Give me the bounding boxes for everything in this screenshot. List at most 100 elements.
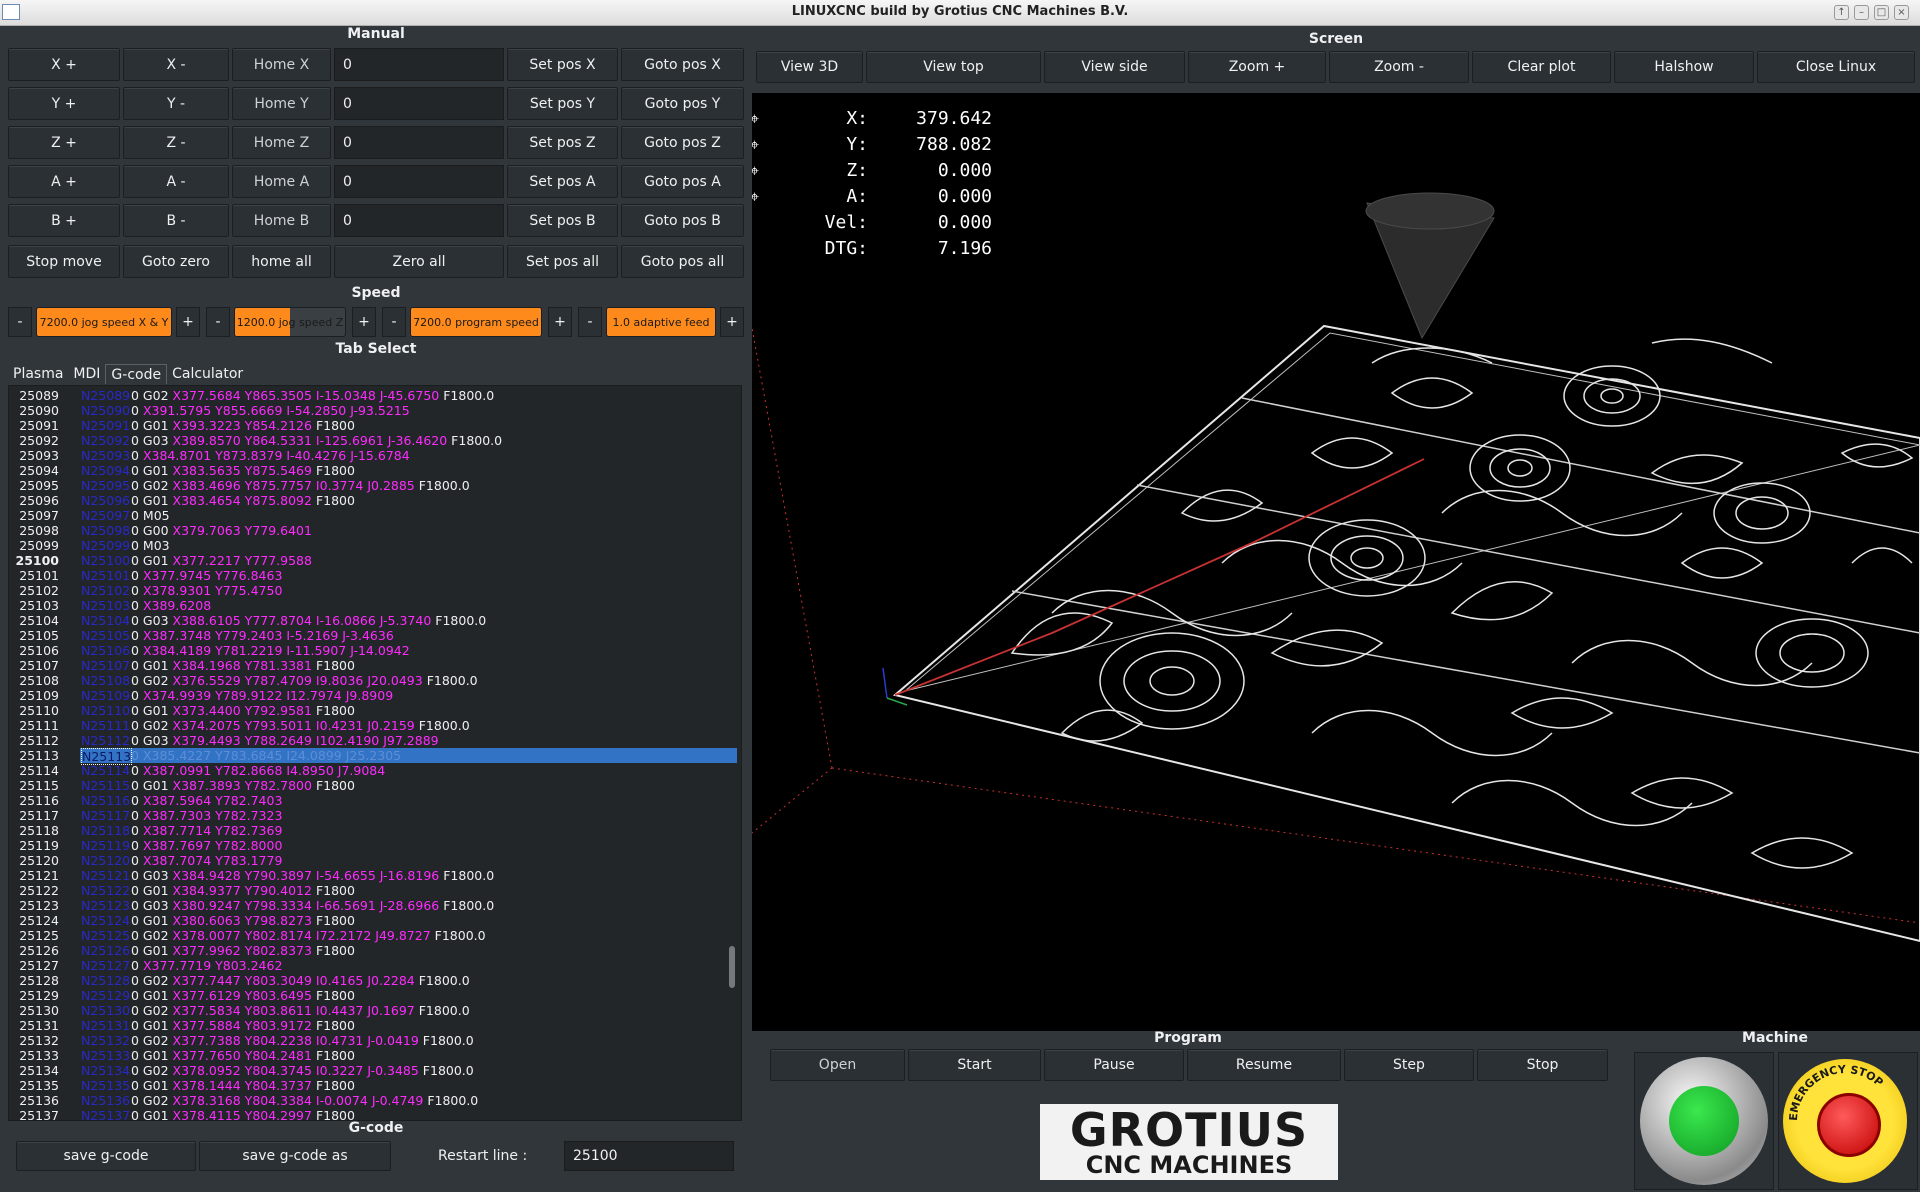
speed-decrease-button[interactable]: - bbox=[578, 307, 602, 337]
jog-plus-button[interactable]: Y + bbox=[8, 87, 120, 120]
goto-pos-button[interactable]: Goto pos A bbox=[621, 165, 744, 198]
gcode-line[interactable]: 25103 N25103 0 X389.6208 bbox=[9, 598, 729, 613]
gcode-line[interactable]: 25123 N25123 0 G03 X380.9247 Y798.3334 I-6… bbox=[9, 898, 729, 913]
home-axis-button[interactable]: Home A bbox=[232, 165, 331, 198]
gcode-line[interactable]: 25096 N25096 0 G01 X383.4654 Y875.8092 F18… bbox=[9, 493, 729, 508]
gcode-line[interactable]: 25105 N25105 0 X387.3748 Y779.2403 I-5.216… bbox=[9, 628, 729, 643]
jog-minus-button[interactable]: X - bbox=[123, 48, 229, 81]
jog-minus-button[interactable]: Z - bbox=[123, 126, 229, 159]
gcode-line[interactable]: 25129 N25129 0 G01 X377.6129 Y803.6495 F18… bbox=[9, 988, 729, 1003]
position-input[interactable]: 0 bbox=[334, 87, 504, 120]
restart-line-input[interactable]: 25100 bbox=[564, 1141, 734, 1171]
gcode-line[interactable]: 25130 N25130 0 G02 X377.5834 Y803.8611 I0.… bbox=[9, 1003, 729, 1018]
gcode-line[interactable]: 25101 N25101 0 X377.9745 Y776.8463 bbox=[9, 568, 729, 583]
gcode-listing[interactable]: 25089 N25089 0 G02 X377.5684 Y865.3505 I-1… bbox=[8, 385, 742, 1121]
position-input[interactable]: 0 bbox=[334, 126, 504, 159]
gcode-line[interactable]: 25125 N25125 0 G02 X378.0077 Y802.8174 I72… bbox=[9, 928, 729, 943]
jog-minus-button[interactable]: B - bbox=[123, 204, 229, 237]
gcode-line[interactable]: 25127 N25127 0 X377.7719 Y803.2462 bbox=[9, 958, 729, 973]
speed-slider[interactable]: 7200.0 jog speed X & Y bbox=[36, 307, 172, 337]
gcode-line[interactable]: 25116 N25116 0 X387.5964 Y782.7403 bbox=[9, 793, 729, 808]
zoom-out-button[interactable]: Zoom - bbox=[1329, 51, 1469, 83]
tab-plasma[interactable]: Plasma bbox=[8, 364, 68, 384]
gcode-scrollbar[interactable] bbox=[729, 390, 737, 1114]
gcode-line[interactable]: 25102 N25102 0 X378.9301 Y775.4750 bbox=[9, 583, 729, 598]
tab-mdi[interactable]: MDI bbox=[68, 364, 105, 384]
halshow-button[interactable]: Halshow bbox=[1614, 51, 1754, 83]
home-axis-button[interactable]: Home X bbox=[232, 48, 331, 81]
speed-decrease-button[interactable]: - bbox=[382, 307, 406, 337]
3d-viewport[interactable]: ⌖ X: 379.642 ⌖ Y: 788.082 ⌖ Z: 0.000 ⌖ A: 0.000 Vel:… bbox=[752, 93, 1920, 1031]
gcode-line[interactable]: 25136 N25136 0 G02 X378.3168 Y804.3384 I-0… bbox=[9, 1093, 729, 1108]
start-button[interactable]: Start bbox=[908, 1049, 1041, 1081]
save-gcode-button[interactable]: save g-code bbox=[16, 1141, 196, 1171]
open-button[interactable]: Open bbox=[770, 1049, 905, 1081]
gcode-line[interactable]: 25091 N25091 0 G01 X393.3223 Y854.2126 F18… bbox=[9, 418, 729, 433]
gcode-line[interactable]: 25135 N25135 0 G01 X378.1444 Y804.3737 F18… bbox=[9, 1078, 729, 1093]
goto-pos-button[interactable]: Goto pos B bbox=[621, 204, 744, 237]
set-pos-all-button[interactable]: Set pos all bbox=[507, 245, 618, 278]
gcode-line[interactable]: 25109 N25109 0 X374.9939 Y789.9122 I12.797… bbox=[9, 688, 729, 703]
gcode-line[interactable]: 25098 N25098 0 G00 X379.7063 Y779.6401 bbox=[9, 523, 729, 538]
gcode-line[interactable]: 25126 N25126 0 G01 X377.9962 Y802.8373 F18… bbox=[9, 943, 729, 958]
gcode-line[interactable]: 25097 N25097 0 M05 bbox=[9, 508, 729, 523]
gcode-line[interactable]: 25118 N25118 0 X387.7714 Y782.7369 bbox=[9, 823, 729, 838]
set-pos-button[interactable]: Set pos Y bbox=[507, 87, 618, 120]
speed-slider[interactable]: 1.0 adaptive feed bbox=[606, 307, 716, 337]
gcode-line[interactable]: 25090 N25090 0 X391.5795 Y855.6669 I-54.28… bbox=[9, 403, 729, 418]
position-input[interactable]: 0 bbox=[334, 48, 504, 81]
home-axis-button[interactable]: Home B bbox=[232, 204, 331, 237]
gcode-line[interactable]: 25089 N25089 0 G02 X377.5684 Y865.3505 I-1… bbox=[9, 388, 729, 403]
close-linux-button[interactable]: Close Linux bbox=[1757, 51, 1915, 83]
view-side-button[interactable]: View side bbox=[1044, 51, 1185, 83]
gcode-line[interactable]: 25106 N25106 0 X384.4189 Y781.2219 I-11.59… bbox=[9, 643, 729, 658]
gcode-line[interactable]: 25124 N25124 0 G01 X380.6063 Y798.8273 F18… bbox=[9, 913, 729, 928]
gcode-line[interactable]: 25120 N25120 0 X387.7074 Y783.1779 bbox=[9, 853, 729, 868]
speed-decrease-button[interactable]: - bbox=[206, 307, 230, 337]
pause-button[interactable]: Pause bbox=[1044, 1049, 1184, 1081]
zero-all-button[interactable]: Zero all bbox=[334, 245, 504, 278]
gcode-line[interactable]: 25115 N25115 0 G01 X387.3893 Y782.7800 F18… bbox=[9, 778, 729, 793]
gcode-line[interactable]: 25134 N25134 0 G02 X378.0952 Y804.3745 I0.… bbox=[9, 1063, 729, 1078]
minimize-icon[interactable]: – bbox=[1854, 5, 1869, 20]
zoom-in-button[interactable]: Zoom + bbox=[1188, 51, 1326, 83]
jog-plus-button[interactable]: A + bbox=[8, 165, 120, 198]
gcode-line[interactable]: 25111 N25111 0 G02 X374.2075 Y793.5011 I0.… bbox=[9, 718, 729, 733]
gcode-line[interactable]: 25121 N25121 0 G03 X384.9428 Y790.3897 I-5… bbox=[9, 868, 729, 883]
emergency-stop-button[interactable]: EMERGENCY STOP bbox=[1778, 1052, 1918, 1190]
gcode-line[interactable]: 25112 N25112 0 G03 X379.4493 Y788.2649 I10… bbox=[9, 733, 729, 748]
speed-increase-button[interactable]: + bbox=[720, 307, 744, 337]
position-input[interactable]: 0 bbox=[334, 165, 504, 198]
jog-minus-button[interactable]: A - bbox=[123, 165, 229, 198]
stop-button[interactable]: Stop bbox=[1477, 1049, 1608, 1081]
gcode-line[interactable]: 25093 N25093 0 X384.8701 Y873.8379 I-40.42… bbox=[9, 448, 729, 463]
gcode-line-selected[interactable]: 25113 N25113 0 X385.4227 Y783.6845 I24.089… bbox=[9, 748, 737, 765]
jog-plus-button[interactable]: X + bbox=[8, 48, 120, 81]
position-input[interactable]: 0 bbox=[334, 204, 504, 237]
goto-pos-all-button[interactable]: Goto pos all bbox=[621, 245, 744, 278]
gcode-line[interactable]: 25099 N25099 0 M03 bbox=[9, 538, 729, 553]
clear-plot-button[interactable]: Clear plot bbox=[1472, 51, 1611, 83]
gcode-line[interactable]: 25108 N25108 0 G02 X376.5529 Y787.4709 I9.… bbox=[9, 673, 729, 688]
goto-pos-button[interactable]: Goto pos Z bbox=[621, 126, 744, 159]
keep-above-icon[interactable]: ↑ bbox=[1834, 5, 1849, 20]
gcode-line[interactable]: 25092 N25092 0 G03 X389.8570 Y864.5331 I-1… bbox=[9, 433, 729, 448]
step-button[interactable]: Step bbox=[1344, 1049, 1474, 1081]
goto-zero-button[interactable]: Goto zero bbox=[123, 245, 229, 278]
speed-slider[interactable]: 7200.0 program speed bbox=[410, 307, 542, 337]
speed-slider[interactable]: 1200.0 jog speed Z bbox=[234, 307, 346, 337]
home-axis-button[interactable]: Home Z bbox=[232, 126, 331, 159]
gcode-line[interactable]: 25107 N25107 0 G01 X384.1968 Y781.3381 F18… bbox=[9, 658, 729, 673]
set-pos-button[interactable]: Set pos B bbox=[507, 204, 618, 237]
close-icon[interactable]: × bbox=[1894, 5, 1909, 20]
goto-pos-button[interactable]: Goto pos X bbox=[621, 48, 744, 81]
gcode-line[interactable]: 25104 N25104 0 G03 X388.6105 Y777.8704 I-1… bbox=[9, 613, 729, 628]
speed-increase-button[interactable]: + bbox=[352, 307, 376, 337]
set-pos-button[interactable]: Set pos Z bbox=[507, 126, 618, 159]
gcode-line[interactable]: 25095 N25095 0 G02 X383.4696 Y875.7757 I0.… bbox=[9, 478, 729, 493]
resume-button[interactable]: Resume bbox=[1187, 1049, 1341, 1081]
gcode-line[interactable]: 25117 N25117 0 X387.7303 Y782.7323 bbox=[9, 808, 729, 823]
set-pos-button[interactable]: Set pos A bbox=[507, 165, 618, 198]
gcode-line[interactable]: 25119 N25119 0 X387.7697 Y782.8000 bbox=[9, 838, 729, 853]
gcode-line[interactable]: 25128 N25128 0 G02 X377.7447 Y803.3049 I0.… bbox=[9, 973, 729, 988]
